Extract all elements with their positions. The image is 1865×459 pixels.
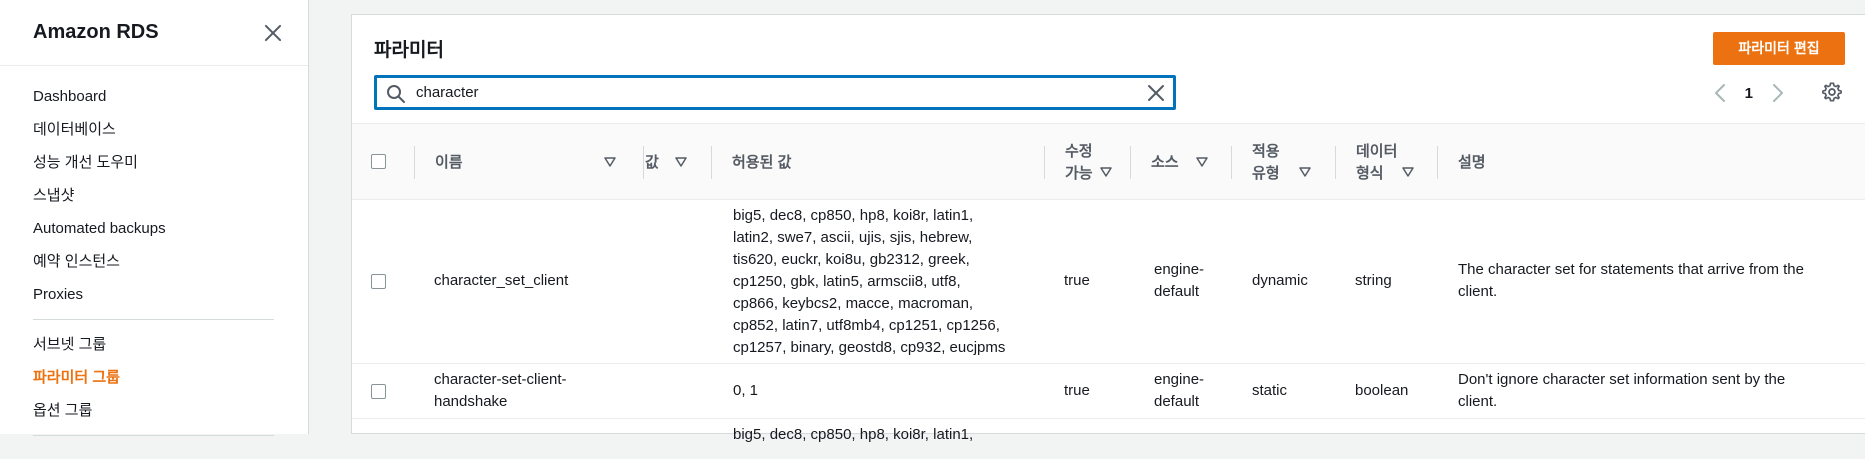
sidebar-item-proxies[interactable]: Proxies — [0, 278, 308, 311]
sidebar-title: Amazon RDS — [33, 21, 159, 43]
cell-name: character_set_client — [434, 270, 568, 292]
edit-parameters-button[interactable]: 파라미터 편집 — [1713, 32, 1845, 65]
cell-modifiable: true — [1064, 382, 1090, 399]
parameters-table: 이름 값 허용된 값 수정 가능 소스 적용 유형 데이터 형식 설명 char… — [352, 123, 1865, 459]
column-header-apply-type[interactable]: 적용유형 — [1232, 124, 1318, 201]
cell-text: cp866, keybcs2, macce, macroman, — [733, 295, 974, 312]
row-checkbox[interactable] — [371, 274, 386, 289]
cell-source: engine- default — [1154, 259, 1204, 303]
cell-text: Don't ignore character set information s… — [1458, 371, 1786, 388]
cell-text: character-set-client- — [434, 371, 567, 388]
cell-allowed-values: 0, 1 — [733, 380, 758, 402]
cell-text: client. — [1458, 393, 1498, 410]
chevron-left-icon[interactable] — [1713, 82, 1727, 104]
sidebar-item-reserved-instances[interactable]: 예약 인스턴스 — [0, 245, 308, 278]
cell-text: big5, dec8, cp850, hp8, koi8r, latin1, — [733, 426, 974, 443]
column-label-line: 수정 — [1065, 142, 1093, 160]
chevron-right-icon[interactable] — [1771, 82, 1785, 104]
select-all-checkbox[interactable] — [371, 154, 386, 169]
column-label-line: 유형 — [1252, 164, 1280, 182]
sidebar-item-performance-insights[interactable]: 성능 개선 도우미 — [0, 146, 308, 179]
caret-down-icon[interactable] — [675, 157, 687, 167]
sidebar-item-snapshots[interactable]: 스냅샷 — [0, 179, 308, 212]
table-row[interactable]: big5, dec8, cp850, hp8, koi8r, latin1, — [352, 419, 1865, 459]
cell-text: engine- — [1154, 371, 1205, 388]
table-row[interactable]: character_set_client big5, dec8, cp850, … — [352, 200, 1865, 364]
pagination: 1 — [1713, 79, 1785, 107]
sidebar-divider — [33, 435, 274, 436]
cell-apply-type: dynamic — [1252, 272, 1308, 289]
caret-down-icon[interactable] — [1100, 167, 1112, 177]
cell-text: default — [1154, 393, 1200, 410]
caret-down-icon[interactable] — [604, 157, 616, 167]
column-label: 허용된 값 — [732, 153, 792, 171]
row-checkbox[interactable] — [371, 384, 386, 399]
column-header-description[interactable]: 설명 — [1438, 124, 1838, 201]
page-number[interactable]: 1 — [1745, 85, 1753, 102]
column-label: 수정가능 — [1065, 141, 1093, 185]
column-label: 이름 — [435, 153, 463, 171]
column-label-line: 적용 — [1252, 142, 1280, 160]
cell-text: tis620, euckr, koi8u, gb2312, greek, — [733, 251, 970, 268]
sidebar-item-parameter-groups[interactable]: 파라미터 그룹 — [0, 361, 308, 394]
cell-modifiable: true — [1064, 272, 1090, 289]
caret-down-icon[interactable] — [1196, 157, 1208, 167]
sidebar-divider — [33, 319, 274, 320]
sidebar-item-option-groups[interactable]: 옵션 그룹 — [0, 394, 308, 427]
table-row[interactable]: character-set-client- handshake 0, 1 tru… — [352, 364, 1865, 419]
sidebar-item-subnet-groups[interactable]: 서브넷 그룹 — [0, 328, 308, 361]
cell-name: character-set-client- handshake — [434, 369, 567, 413]
cell-text: cp1257, binary, geostd8, cp932, eucjpms — [733, 339, 1006, 356]
caret-down-icon[interactable] — [1402, 167, 1414, 177]
column-label: 적용유형 — [1252, 141, 1280, 185]
sidebar-header: Amazon RDS — [0, 0, 308, 66]
sidebar-item-databases[interactable]: 데이터베이스 — [0, 113, 308, 146]
column-label: 설명 — [1458, 153, 1486, 171]
cell-text: cp852, latin7, utf8mb4, cp1251, cp1256, — [733, 317, 1000, 334]
cell-text: engine- — [1154, 261, 1205, 278]
cell-text: big5, dec8, cp850, hp8, koi8r, latin1, — [733, 207, 974, 224]
cell-text: cp1250, gbk, latin5, armscii8, utf8, — [733, 273, 961, 290]
cell-source: engine- default — [1154, 369, 1204, 413]
panel-title: 파라미터 — [374, 40, 444, 61]
sidebar-item-dashboard[interactable]: Dashboard — [0, 80, 308, 113]
sidebar: Amazon RDS Dashboard 데이터베이스 성능 개선 도우미 스냅… — [0, 0, 309, 436]
gear-icon[interactable] — [1821, 81, 1843, 103]
cell-apply-type: static — [1252, 382, 1288, 399]
column-label-line: 가능 — [1065, 164, 1093, 182]
cell-description: The character set for statements that ar… — [1458, 259, 1858, 303]
column-label-line: 데이터 — [1356, 142, 1398, 160]
cell-allowed-values: big5, dec8, cp850, hp8, koi8r, latin1, l… — [733, 205, 1033, 359]
cell-data-type: string — [1355, 272, 1392, 289]
column-label: 값 — [645, 153, 659, 171]
caret-down-icon[interactable] — [1299, 167, 1311, 177]
cell-text: client. — [1458, 283, 1498, 300]
search-box — [374, 75, 1176, 110]
sidebar-item-automated-backups[interactable]: Automated backups — [0, 212, 308, 245]
sidebar-nav: Dashboard 데이터베이스 성능 개선 도우미 스냅샷 Automated… — [0, 66, 308, 436]
close-icon[interactable] — [262, 22, 284, 44]
column-header-value[interactable]: 값 — [625, 124, 711, 201]
cell-text: default — [1154, 283, 1200, 300]
table-header: 이름 값 허용된 값 수정 가능 소스 적용 유형 데이터 형식 설명 — [352, 123, 1865, 200]
cell-text: latin2, swe7, ascii, ujis, sjis, hebrew, — [733, 229, 973, 246]
cell-data-type: boolean — [1355, 382, 1409, 399]
column-header-modifiable[interactable]: 수정가능 — [1045, 124, 1130, 201]
cell-description: Don't ignore character set information s… — [1458, 369, 1858, 413]
column-label: 데이터형식 — [1356, 141, 1397, 185]
cell-allowed-values: big5, dec8, cp850, hp8, koi8r, latin1, — [733, 424, 973, 446]
search-input[interactable] — [414, 77, 1114, 108]
parameters-panel: 파라미터 파라미터 편집 1 이름 — [351, 14, 1865, 443]
close-icon[interactable] — [1146, 83, 1166, 103]
column-header-data-type[interactable]: 데이터형식 — [1336, 124, 1422, 201]
cell-text: handshake — [434, 393, 508, 410]
cell-text: character_set_client — [434, 272, 569, 289]
column-header-allowed-values[interactable]: 허용된 값 — [712, 124, 1026, 201]
search-icon — [387, 85, 405, 103]
column-label: 소스 — [1151, 153, 1179, 171]
column-label-line: 형식 — [1356, 164, 1384, 182]
cell-text: The character set for statements that ar… — [1458, 261, 1804, 278]
cell-text: 0, 1 — [733, 382, 759, 399]
